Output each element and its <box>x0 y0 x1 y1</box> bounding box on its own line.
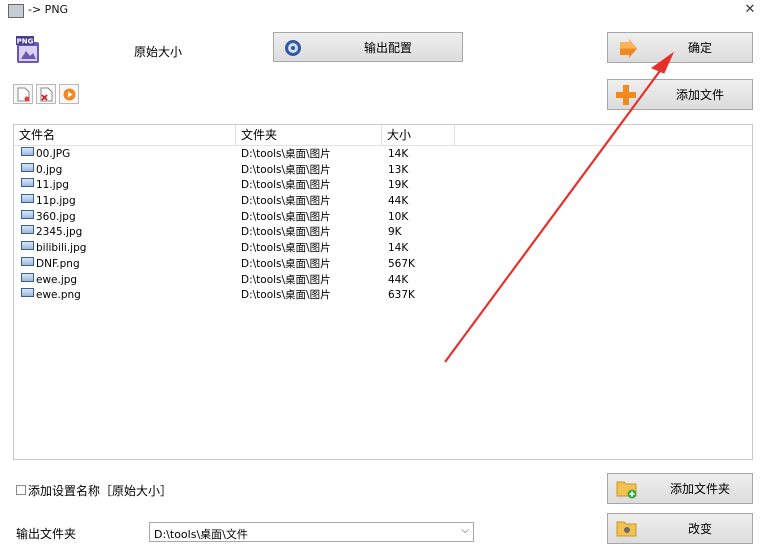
table-row[interactable]: 2345.jpg D:\tools\桌面\图片 9K <box>14 225 752 241</box>
output-config-label: 输出配置 <box>363 40 412 55</box>
file-name: DNF.png <box>36 257 80 270</box>
image-file-icon <box>21 241 34 251</box>
change-label: 改变 <box>687 522 712 536</box>
chevron-down-icon: ⌵ <box>461 525 469 536</box>
file-folder: D:\tools\桌面\图片 <box>241 195 331 208</box>
file-list[interactable]: 文件名 文件夹 大小 00.JPG D:\tools\桌面\图片 14K 0.j… <box>13 124 753 460</box>
file-size: 14K <box>388 148 409 160</box>
image-file-icon <box>21 288 34 298</box>
image-file-icon <box>21 147 34 156</box>
confirm-button[interactable]: 确定 <box>607 32 753 63</box>
file-folder: D:\tools\桌面\图片 <box>241 242 331 255</box>
file-folder: D:\tools\桌面\图片 <box>241 226 331 239</box>
table-row[interactable]: 360.jpg D:\tools\桌面\图片 10K <box>14 209 752 226</box>
confirm-label: 确定 <box>687 41 712 55</box>
add-file-button[interactable]: 添加文件 <box>607 79 753 110</box>
delete-file-icon <box>40 87 53 102</box>
column-header-name[interactable]: 文件名 <box>14 125 236 145</box>
file-size: 44K <box>388 195 409 208</box>
file-list-header: 文件名 文件夹 大小 <box>14 125 752 146</box>
file-name: 360.jpg <box>36 210 76 223</box>
app-icon <box>8 4 24 18</box>
file-size: 44K <box>388 273 409 286</box>
image-file-icon <box>21 194 34 204</box>
add-setting-name-label: 添加设置名称［原始大小］ <box>28 484 173 498</box>
file-name: 00.JPG <box>36 148 71 160</box>
file-folder: D:\tools\桌面\图片 <box>241 148 331 160</box>
remove-file-tool-button[interactable] <box>36 84 56 104</box>
change-button[interactable]: 改变 <box>607 513 753 544</box>
file-size: 19K <box>388 179 409 192</box>
table-row[interactable]: 11p.jpg D:\tools\桌面\图片 44K <box>14 194 752 210</box>
preset-label: 原始大小 <box>134 45 183 59</box>
column-header-size[interactable]: 大小 <box>382 125 455 145</box>
image-file-icon <box>21 225 34 235</box>
output-folder-select[interactable]: D:\tools\桌面\文件 ⌵ <box>149 522 474 542</box>
png-badge-text: PNG <box>17 38 34 46</box>
folder-add-icon <box>616 481 637 499</box>
table-row[interactable]: 00.JPG D:\tools\桌面\图片 14K <box>14 147 752 163</box>
column-header-folder[interactable]: 文件夹 <box>236 125 382 145</box>
go-arrow-icon <box>620 39 637 58</box>
png-format-icon: PNG <box>16 36 39 63</box>
table-row[interactable]: ewe.png D:\tools\桌面\图片 637K <box>14 288 752 304</box>
image-file-icon <box>21 209 34 219</box>
file-name: ewe.png <box>36 289 81 302</box>
add-folder-button[interactable]: 添加文件夹 <box>607 473 753 504</box>
table-row[interactable]: DNF.png D:\tools\桌面\图片 567K <box>14 256 752 273</box>
file-size: 13K <box>388 163 409 176</box>
table-row[interactable]: bilibili.jpg D:\tools\桌面\图片 14K <box>14 241 752 257</box>
output-folder-label: 输出文件夹 <box>16 527 77 541</box>
play-circle-icon <box>63 88 76 101</box>
file-name: 11.jpg <box>36 179 69 192</box>
add-setting-name-checkbox[interactable] <box>16 485 26 495</box>
file-size: 637K <box>388 289 415 302</box>
preview-tool-button[interactable] <box>59 84 79 104</box>
file-name: ewe.jpg <box>36 273 78 286</box>
table-row[interactable]: 11.jpg D:\tools\桌面\图片 19K <box>14 178 752 194</box>
add-folder-label: 添加文件夹 <box>669 482 730 496</box>
title-bar: -> PNG ✕ <box>0 0 765 22</box>
output-config-button[interactable]: 输出配置 <box>273 32 463 62</box>
image-file-icon <box>21 272 34 282</box>
file-size: 10K <box>388 210 409 223</box>
file-folder: D:\tools\桌面\图片 <box>241 257 331 270</box>
image-file-icon <box>21 178 34 188</box>
file-size: 14K <box>388 242 409 255</box>
new-file-tool-button[interactable] <box>13 84 33 104</box>
window-title: -> PNG <box>28 3 69 16</box>
output-folder-value: D:\tools\桌面\文件 <box>154 528 248 541</box>
file-size: 567K <box>388 257 415 270</box>
table-row[interactable]: 0.jpg D:\tools\桌面\图片 13K <box>14 162 752 179</box>
file-name: 0.jpg <box>36 163 63 176</box>
close-icon[interactable]: ✕ <box>743 2 757 18</box>
blank-file-icon <box>17 87 30 102</box>
image-file-icon <box>21 256 34 266</box>
table-row[interactable]: ewe.jpg D:\tools\桌面\图片 44K <box>14 272 752 289</box>
add-plus-icon <box>616 85 636 105</box>
image-file-icon <box>21 162 34 172</box>
file-folder: D:\tools\桌面\图片 <box>241 273 331 286</box>
file-size: 9K <box>388 226 402 239</box>
file-folder: D:\tools\桌面\图片 <box>241 210 331 223</box>
file-name: 11p.jpg <box>36 195 76 208</box>
file-name: 2345.jpg <box>36 226 83 239</box>
file-folder: D:\tools\桌面\图片 <box>241 163 331 176</box>
settings-disc-icon <box>285 40 301 56</box>
file-list-body: 00.JPG D:\tools\桌面\图片 14K 0.jpg D:\tools… <box>14 147 752 304</box>
file-name: bilibili.jpg <box>36 242 87 255</box>
folder-open-icon <box>616 521 637 537</box>
file-folder: D:\tools\桌面\图片 <box>241 179 331 192</box>
file-folder: D:\tools\桌面\图片 <box>241 289 331 302</box>
add-file-label: 添加文件 <box>675 88 724 102</box>
